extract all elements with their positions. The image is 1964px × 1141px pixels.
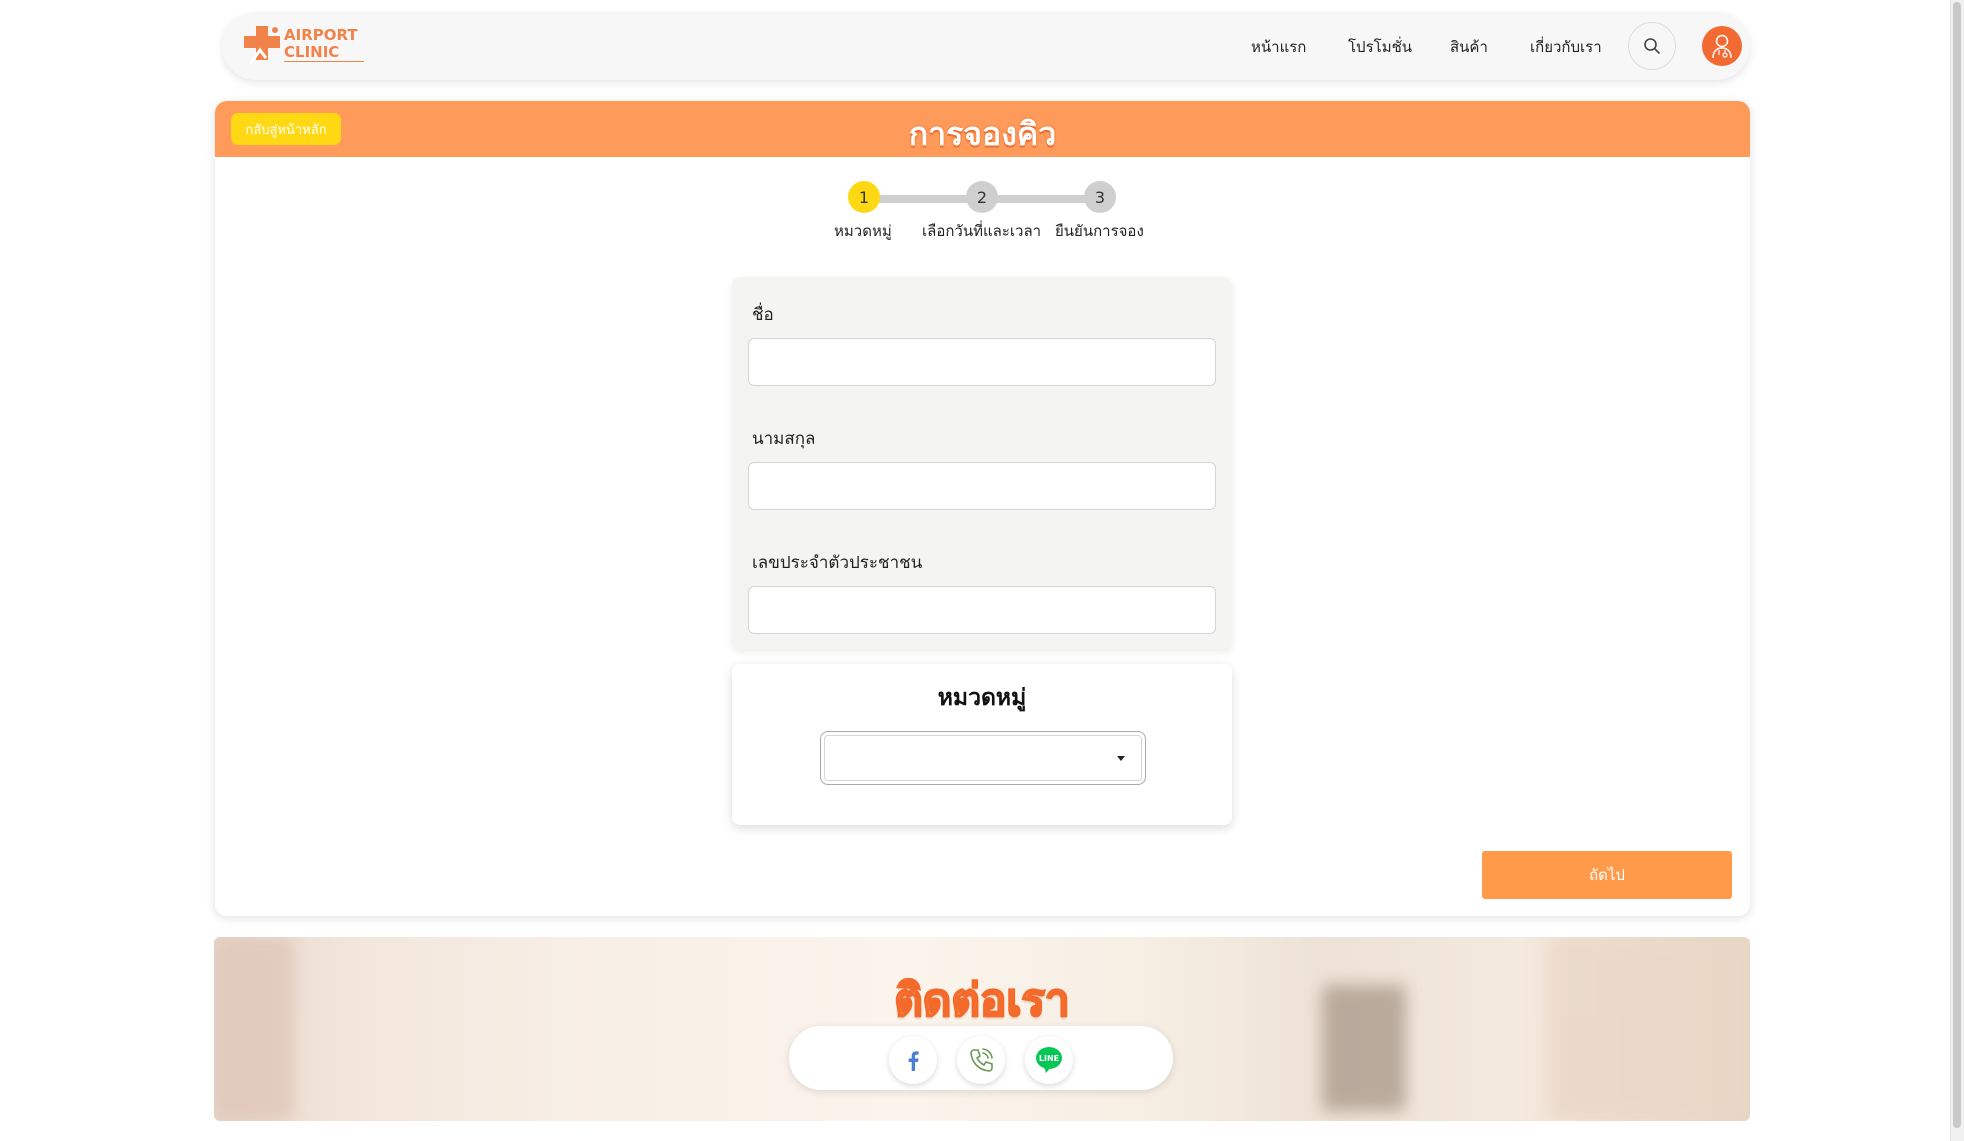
- category-title: หมวดหมู่: [937, 685, 1027, 711]
- personal-info-form: ชื่อ นามสกุล เลขประจำตัวประชาชน: [732, 277, 1232, 649]
- logo-underline: [284, 61, 364, 62]
- nav-products[interactable]: สินค้า: [1450, 35, 1488, 59]
- contact-icons-bar: LINE: [789, 1026, 1173, 1090]
- phone-icon: [970, 1048, 993, 1072]
- national-id-label: เลขประจำตัวประชาชน: [752, 553, 923, 573]
- nav-about[interactable]: เกี่ยวกับเรา: [1530, 35, 1602, 59]
- step-3-label: ยืนยันการจอง: [1055, 222, 1144, 240]
- nav-promotions[interactable]: โปรโมชั่น: [1348, 35, 1412, 59]
- page-title: การจองคิว: [908, 115, 1057, 153]
- step-2-circle: 2: [966, 181, 998, 213]
- last-name-input[interactable]: [748, 462, 1216, 510]
- contact-section: ติดต่อเรา LINE: [214, 937, 1750, 1121]
- doctor-avatar-icon: [1712, 34, 1732, 59]
- category-select[interactable]: [820, 731, 1146, 785]
- next-button[interactable]: ถัดไป: [1482, 851, 1732, 899]
- search-button[interactable]: [1628, 22, 1676, 70]
- facebook-icon: [908, 1051, 919, 1071]
- logo-text: AIRPORT CLINIC: [284, 27, 358, 61]
- user-avatar[interactable]: [1702, 26, 1742, 66]
- line-icon-label: LINE: [1039, 1054, 1059, 1063]
- line-icon: LINE: [1036, 1047, 1062, 1073]
- logo-line1: AIRPORT: [284, 26, 358, 44]
- phone-button[interactable]: [957, 1036, 1005, 1084]
- chevron-down-icon: [1117, 756, 1125, 761]
- first-name-input[interactable]: [748, 338, 1216, 386]
- scrollbar-thumb[interactable]: [1953, 2, 1961, 1128]
- booking-card: กลับสู่หน้าหลัก การจองคิว 1 2 3 หมวดหมู่…: [215, 101, 1750, 916]
- category-panel: หมวดหมู่: [732, 664, 1232, 825]
- first-name-label: ชื่อ: [752, 305, 774, 325]
- contact-title: ติดต่อเรา: [893, 974, 1071, 1027]
- clinic-cross-logo-icon: [244, 26, 280, 65]
- booking-banner: กลับสู่หน้าหลัก การจองคิว: [215, 101, 1750, 157]
- step-1-label: หมวดหมู่: [834, 222, 892, 240]
- airport-clinic-logo[interactable]: AIRPORT CLINIC: [242, 24, 364, 68]
- page-scrollbar[interactable]: [1950, 0, 1964, 1141]
- line-button[interactable]: LINE: [1025, 1036, 1073, 1084]
- nav-home[interactable]: หน้าแรก: [1251, 35, 1306, 59]
- step-2-label: เลือกวันที่และเวลา: [922, 222, 1042, 240]
- national-id-input[interactable]: [748, 586, 1216, 634]
- site-header: AIRPORT CLINIC หน้าแรก โปรโมชั่น สินค้า …: [222, 12, 1750, 80]
- facebook-button[interactable]: [889, 1036, 937, 1084]
- step-3-circle: 3: [1084, 181, 1116, 213]
- search-icon: [1644, 38, 1660, 54]
- last-name-label: นามสกุล: [752, 429, 816, 449]
- logo-line2: CLINIC: [284, 43, 340, 61]
- step-1-circle: 1: [848, 181, 880, 213]
